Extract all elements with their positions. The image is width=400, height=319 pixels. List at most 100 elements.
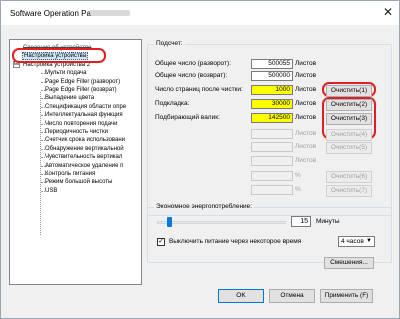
- tree-connector-tick: [41, 157, 47, 159]
- counter-label: Общее число (разворот):: [155, 60, 231, 67]
- counter-unit: Листов: [295, 100, 317, 107]
- chevron-down-icon: ▼: [366, 238, 372, 244]
- tree-item-label: Чувствительность вертикал: [45, 154, 123, 161]
- software-operation-panel-window: Software Operation Panel ✕ Сведения об у…: [0, 0, 400, 319]
- counter-unit: Листов: [295, 143, 317, 150]
- counter-value: [251, 156, 293, 166]
- dialog-client-area: Сведения об устройстве Настройка устройст…: [1, 25, 399, 318]
- cancel-button[interactable]: Отмена: [269, 289, 315, 303]
- tree-item[interactable]: Число повторения подачи: [44, 120, 118, 128]
- more-settings-button[interactable]: Смешения...: [324, 257, 374, 269]
- counter-unit: Листов: [295, 157, 317, 164]
- tree-connector-tick: [41, 148, 47, 150]
- tree-item[interactable]: Page Edge Filler (возврат): [44, 86, 118, 94]
- title-redacted-text: [90, 10, 130, 16]
- tree-item-label: Page Edge Filler (разворот): [45, 78, 121, 85]
- tree-connector-tick: [41, 73, 47, 75]
- counter-label: Число страниц после чистки:: [155, 86, 243, 93]
- counter-unit: Листов: [295, 60, 317, 67]
- tree-item-label: Число повторения подачи: [45, 120, 118, 127]
- counter-value: [251, 171, 293, 181]
- tree-item[interactable]: Режим большой высоты: [44, 178, 113, 186]
- counter-group-label: Подсчет:: [154, 40, 185, 47]
- ok-button[interactable]: OK: [218, 289, 264, 303]
- tree-connector-tick: [41, 190, 47, 192]
- power-saving-group: Экономное энергопотребление:: [147, 203, 392, 263]
- apply-button[interactable]: Применить (F): [320, 289, 373, 303]
- counter-unit: Листов: [295, 130, 317, 137]
- tree-connector-tick: [41, 132, 47, 133]
- tree-item-label: Периодичность чистки: [45, 129, 108, 135]
- tree-item-label: Мульти подача: [45, 70, 87, 77]
- counter-value: [251, 142, 293, 152]
- power-slider-thumb[interactable]: [167, 217, 173, 227]
- settings-tree[interactable]: Сведения об устройстве Настройка устройст…: [9, 39, 142, 285]
- clear-counter-button[interactable]: Очистить(5): [326, 142, 372, 154]
- tree-item-label: Контроль питания: [45, 171, 96, 177]
- auto-off-time-value: 4 часов: [341, 238, 364, 245]
- tree-connector-tick: [41, 123, 47, 125]
- tree-item-label: Спецификация области опре: [45, 103, 127, 110]
- auto-off-checkbox[interactable]: ✓: [157, 238, 165, 246]
- counter-unit: Листов: [295, 114, 317, 121]
- counter-unit: Листов: [295, 86, 317, 93]
- tree-item-label: Page Edge Filler (возврат): [45, 87, 117, 93]
- tree-item[interactable]: Чувствительность вертикал: [44, 153, 123, 161]
- counter-value: 30000: [251, 99, 293, 109]
- tree-connector-tick: [41, 81, 47, 83]
- tree-connector-line: [40, 92, 41, 235]
- tree-connector-tick: [41, 182, 47, 184]
- clear-counter-button[interactable]: Очистить(6): [326, 171, 372, 183]
- counter-unit: %: [295, 172, 301, 179]
- clear-counter-button[interactable]: Очистить(2): [326, 99, 372, 111]
- counter-unit: %: [295, 186, 301, 193]
- tree-item[interactable]: Контроль питания: [44, 170, 96, 178]
- tree-connector-tick: [41, 106, 47, 108]
- check-icon: ✓: [158, 238, 164, 245]
- tree-item[interactable]: Мульти подача: [44, 69, 87, 77]
- tree-item[interactable]: Page Edge Filler (разворот): [44, 78, 121, 86]
- minutes-field[interactable]: 15: [291, 216, 311, 227]
- minutes-unit-label: Минуты: [316, 218, 340, 225]
- auto-off-label: Выключить питание через некоторое время: [169, 238, 302, 245]
- tree-connector-tick: [41, 115, 47, 117]
- clear-counter-button[interactable]: Очистить(1): [326, 85, 372, 97]
- tree-item-label: Интеллектуальная функция: [45, 112, 123, 119]
- power-group-label: Экономное энергопотребление:: [154, 203, 255, 210]
- clear-counter-button[interactable]: Очистить(3): [326, 113, 372, 125]
- tree-connector-tick: [41, 98, 47, 100]
- tree-item[interactable]: Интеллектуальная функция: [44, 111, 124, 119]
- annotation-red-oval-tree: [12, 48, 106, 63]
- tree-connector-tick: [41, 174, 47, 175]
- tree-item-label: Режим большой высоты: [45, 179, 113, 186]
- clear-counter-button[interactable]: Очистить(4): [326, 129, 372, 141]
- tree-item-label: Обнаружение вертикальной: [45, 145, 124, 152]
- counter-value: 142500: [251, 113, 293, 123]
- tree-connector-tick: [41, 140, 47, 142]
- tree-item-label: Счетчик срока использовани: [45, 137, 126, 144]
- window-title: Software Operation Panel: [10, 9, 102, 18]
- counter-value: 500055: [251, 59, 293, 69]
- clear-counter-button[interactable]: Очистить(7): [326, 185, 372, 197]
- tree-item[interactable]: Спецификация области опре: [44, 103, 127, 111]
- counter-label: Подкладка:: [155, 100, 190, 107]
- counter-unit: Листов: [295, 72, 317, 79]
- tree-item[interactable]: Автоматическое удаление п: [44, 162, 124, 170]
- tree-item[interactable]: Выпадение цвета: [44, 94, 95, 102]
- auto-off-time-select[interactable]: 4 часов ▼: [338, 236, 375, 247]
- tree-connector-tick: [41, 90, 47, 91]
- tree-item[interactable]: Обнаружение вертикальной: [44, 145, 125, 153]
- counter-value: [251, 129, 293, 139]
- tree-item-label: Выпадение цвета: [45, 95, 95, 102]
- close-icon[interactable]: ✕: [381, 5, 395, 19]
- title-bar: Software Operation Panel ✕: [1, 1, 399, 25]
- counter-value: 1000: [251, 85, 293, 95]
- tree-item-label: Автоматическое удаление п: [45, 162, 124, 169]
- power-slider-track[interactable]: [157, 221, 286, 224]
- counter-label: Подбирающий валик:: [155, 114, 220, 121]
- tree-item[interactable]: Периодичность чистки: [44, 128, 109, 136]
- counter-value: 500000: [251, 71, 293, 81]
- counter-value: [251, 185, 293, 195]
- tree-connector-tick: [41, 165, 47, 167]
- tree-item[interactable]: Счетчик срока использовани: [44, 136, 126, 144]
